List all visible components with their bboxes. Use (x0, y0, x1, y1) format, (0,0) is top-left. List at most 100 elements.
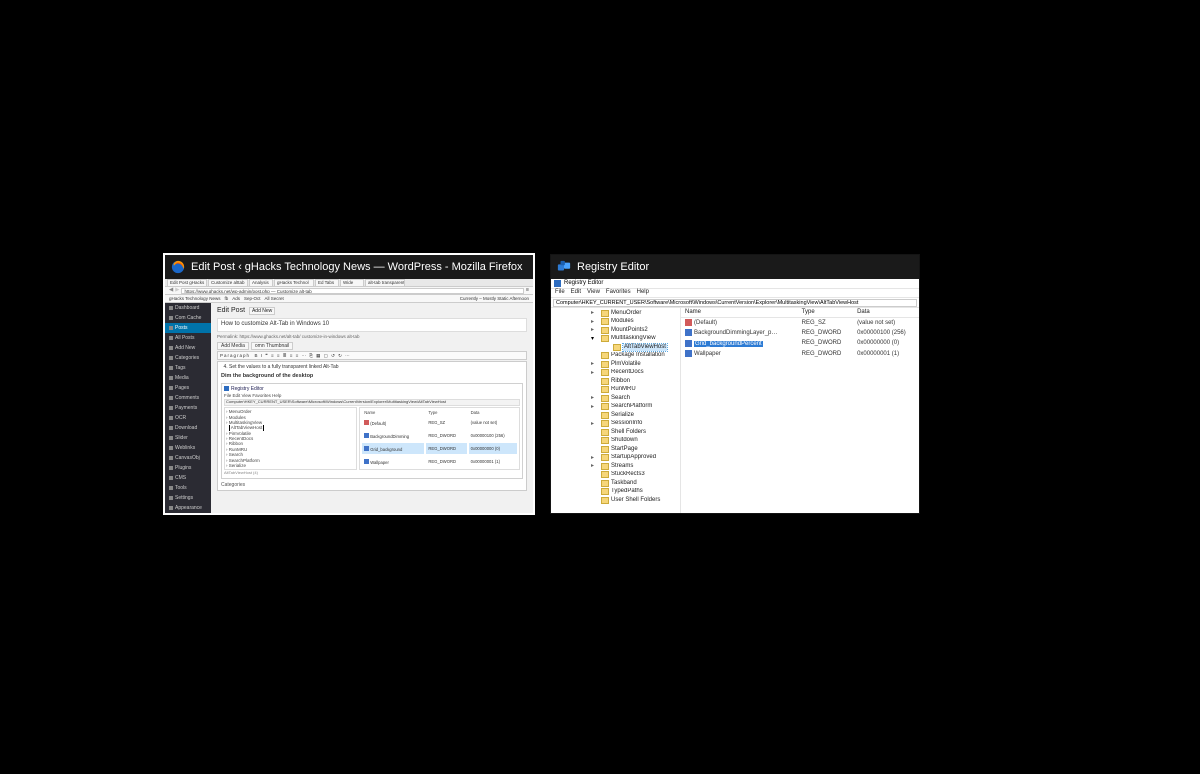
add-new-button[interactable]: Add New (249, 307, 275, 315)
registry-tree-node[interactable]: Shutdown (551, 437, 680, 446)
chevron-right-icon[interactable] (591, 455, 597, 461)
registry-tree-node[interactable]: MenuOrder (551, 309, 680, 318)
alt-tab-window-firefox[interactable]: Edit Post ‹ gHacks Technology News — Wor… (165, 255, 533, 513)
menu-edit[interactable]: Edit (571, 289, 581, 296)
format-buttons[interactable]: B I ❝ ≡ ≡ ≣ ≡ ≡ ⋯ ⎘ ▦ ▢ ↺ ↻ ⋯ (255, 353, 351, 358)
chevron-right-icon[interactable] (591, 421, 597, 427)
browser-tab[interactable]: Analysis (249, 279, 273, 286)
registry-tree-node[interactable]: StuckRects3 (551, 471, 680, 480)
chevron-right-icon[interactable] (591, 327, 597, 333)
chevron-down-icon[interactable] (591, 336, 597, 342)
sidebar-item[interactable]: Payments (165, 403, 211, 413)
value-data: (value not set) (853, 318, 919, 329)
chevron-right-icon[interactable] (591, 370, 597, 376)
chevron-right-icon[interactable] (591, 463, 597, 469)
registry-value-row[interactable]: (Default)REG_SZ(value not set) (681, 318, 919, 329)
sidebar-item[interactable]: Com Cache (165, 313, 211, 323)
sidebar-item[interactable]: All Posts (165, 333, 211, 343)
registry-tree-node[interactable]: RecentDocs (551, 369, 680, 378)
registry-value-row[interactable]: WallpaperREG_DWORD0x00000001 (1) (681, 349, 919, 359)
sidebar-item[interactable]: Categories (165, 353, 211, 363)
sidebar-item[interactable]: Settings (165, 493, 211, 503)
menu-help[interactable]: Help (637, 289, 649, 296)
sidebar-item[interactable]: Add New (165, 343, 211, 353)
back-icon[interactable]: ◀ (169, 287, 173, 294)
sidebar-item[interactable]: Tools (165, 483, 211, 493)
sidebar-item[interactable]: OCR (165, 413, 211, 423)
chevron-right-icon[interactable] (591, 395, 597, 401)
registry-tree[interactable]: MenuOrderModulesMountPoints2Multitasking… (551, 308, 681, 513)
add-media-button[interactable]: Add Media (217, 342, 249, 350)
registry-path-input[interactable] (553, 299, 917, 307)
alt-tab-switcher[interactable]: Edit Post ‹ gHacks Technology News — Wor… (165, 255, 919, 513)
browser-tab[interactable]: Wide (340, 279, 364, 286)
chevron-right-icon[interactable] (591, 361, 597, 367)
menu-favorites[interactable]: Favorites (606, 289, 631, 296)
registry-tree-node[interactable]: TypedPaths (551, 488, 680, 497)
registry-tree-node[interactable]: RunMRU (551, 386, 680, 395)
menu-icon[interactable]: ≡ (526, 287, 529, 294)
registry-tree-node[interactable]: Shell Folders (551, 428, 680, 437)
sidebar-item[interactable]: Tags (165, 363, 211, 373)
col-type[interactable]: Type (798, 308, 853, 318)
registry-tree-node[interactable]: SearchPlatform (551, 403, 680, 412)
registry-tree-node[interactable]: StartupApproved (551, 454, 680, 463)
col-data[interactable]: Data (853, 308, 919, 318)
sidebar-item[interactable]: Download (165, 423, 211, 433)
registry-tree-node[interactable]: StartPage (551, 445, 680, 454)
sidebar-item[interactable]: Plugins (165, 463, 211, 473)
registry-tree-node[interactable]: Ribbon (551, 377, 680, 386)
registry-values-list[interactable]: Name Type Data (Default)REG_SZ(value not… (681, 308, 919, 513)
bookmark-item[interactable]: Sep-Oct (244, 296, 261, 301)
post-title-input[interactable]: How to customize Alt-Tab in Windows 10 (217, 318, 527, 331)
registry-tree-node[interactable]: MultitaskingView (551, 335, 680, 344)
editor-toolbar[interactable]: Paragraph B I ❝ ≡ ≡ ≣ ≡ ≡ ⋯ ⎘ ▦ ▢ ↺ ↻ ⋯ (217, 351, 527, 360)
sidebar-item[interactable]: Slider (165, 433, 211, 443)
registry-tree-node[interactable]: PlmVolatile (551, 360, 680, 369)
alt-tab-window-regedit[interactable]: Registry Editor Registry Editor File Edi… (551, 255, 919, 513)
sidebar-item[interactable]: Comments (165, 393, 211, 403)
menubar[interactable]: File Edit View Favorites Help (551, 289, 919, 298)
forward-icon[interactable]: ▶ (175, 287, 179, 294)
address-bar[interactable]: https://www.ghacks.net/wp-admin/post.php… (181, 288, 523, 294)
sidebar-item[interactable]: Posts (165, 323, 211, 333)
sidebar-item[interactable]: Media (165, 373, 211, 383)
registry-tree-node[interactable]: User Shell Folders (551, 496, 680, 505)
sidebar-item[interactable]: Weblinks (165, 443, 211, 453)
registry-tree-node[interactable]: AltTabViewHost (551, 343, 680, 352)
registry-tree-node[interactable]: SessionInfo (551, 420, 680, 429)
bookmark-item[interactable]: fb (224, 296, 228, 301)
sidebar-item[interactable]: CanvasObj (165, 453, 211, 463)
paragraph-dropdown[interactable]: Paragraph (220, 353, 250, 358)
registry-value-row[interactable]: BackgroundDimmingLayer_p…REG_DWORD0x0000… (681, 328, 919, 338)
tree-node-label: MountPoints2 (611, 327, 648, 334)
sidebar-item[interactable]: Pages (165, 383, 211, 393)
browser-tab[interactable]: Customize alttab (208, 279, 248, 286)
registry-tree-node[interactable]: Modules (551, 318, 680, 327)
registry-tree-node[interactable]: Serialize (551, 411, 680, 420)
bookmark-item[interactable]: Ads (232, 296, 240, 301)
menu-view[interactable]: View (587, 289, 600, 296)
bookmark-item[interactable]: All Secret (265, 296, 284, 301)
sidebar-item[interactable]: CMS (165, 473, 211, 483)
thumbnail-button[interactable]: omn Thumbnail (251, 342, 293, 350)
registry-value-row[interactable]: Grid_backgroundPercentREG_DWORD0x0000000… (681, 339, 919, 349)
registry-tree-node[interactable]: Streams (551, 462, 680, 471)
menu-file[interactable]: File (555, 289, 565, 296)
chevron-right-icon[interactable] (591, 319, 597, 325)
sidebar-item[interactable]: Appearance (165, 503, 211, 513)
sidebar-item[interactable]: Dashboard (165, 303, 211, 313)
registry-tree-node[interactable]: Taskband (551, 479, 680, 488)
browser-tab[interactable]: Ed Tabs (315, 279, 339, 286)
browser-tab[interactable]: alt-tab transparent (365, 279, 405, 286)
registry-tree-node[interactable]: Package Installation (551, 352, 680, 361)
chevron-right-icon[interactable] (591, 404, 597, 410)
registry-tree-node[interactable]: Search (551, 394, 680, 403)
registry-tree-node[interactable]: MountPoints2 (551, 326, 680, 335)
chevron-right-icon[interactable] (591, 310, 597, 316)
col-name[interactable]: Name (681, 308, 798, 318)
browser-tab[interactable]: Edit Post gHacks (167, 279, 207, 286)
bookmark-item[interactable]: gHacks Technology News (169, 296, 220, 301)
browser-tab[interactable]: gHacks Technol (274, 279, 314, 286)
post-editor[interactable]: Set the values to a fully transparent li… (217, 361, 527, 491)
